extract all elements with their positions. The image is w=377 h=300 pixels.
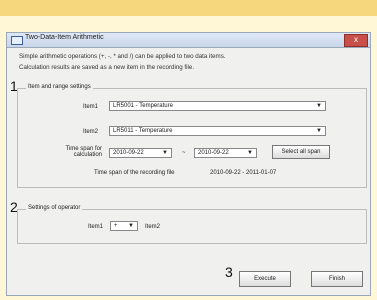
finish-button[interactable]: Finish [311, 271, 363, 287]
close-button[interactable]: x [344, 34, 368, 47]
start-date-value: 2010-09-22 [113, 150, 144, 156]
end-date-picker[interactable]: 2010-09-22 ▼ [194, 148, 257, 158]
chevron-down-icon[interactable]: ▼ [314, 102, 324, 110]
time-span-label-line2: calculation [73, 152, 102, 158]
operator-value: + [114, 223, 118, 229]
recording-span-value: 2010-09-22 - 2011-01-07 [210, 170, 277, 176]
operator-settings-title: Settings of operator [26, 205, 83, 211]
item2-label: Item2 [82, 129, 98, 135]
end-date-value: 2010-09-22 [198, 150, 229, 156]
item1-value: LR5001 - Temperature [113, 103, 173, 109]
chevron-down-icon[interactable]: ▼ [160, 149, 170, 157]
item-range-settings-group: Item and range settings Item1 LR5001 - T… [17, 84, 367, 188]
operator-item1-label: Item1 [87, 224, 103, 230]
chevron-down-icon[interactable]: ▼ [314, 127, 324, 135]
time-span-label: Time span for calculation [56, 146, 102, 158]
item2-select[interactable]: LR5011 - Temperature ▼ [109, 126, 326, 136]
title-bar: Two-Data-Item Arithmetic x [7, 33, 370, 48]
date-range-separator: ~ [182, 150, 186, 156]
window-title: Two-Data-Item Arithmetic [25, 34, 104, 41]
operator-item2-label: Item2 [145, 224, 161, 230]
marker-3: 3 [225, 264, 233, 280]
operator-settings-group: Settings of operator Item1 + ▼ Item2 [17, 205, 367, 244]
item2-value: LR5011 - Temperature [113, 128, 173, 134]
item1-select[interactable]: LR5001 - Temperature ▼ [109, 101, 326, 111]
execute-button[interactable]: Execute [239, 271, 291, 287]
operator-select[interactable]: + ▼ [110, 221, 138, 231]
item1-label: Item1 [82, 104, 98, 110]
two-data-item-arithmetic-dialog: Two-Data-Item Arithmetic x Simple arithm… [6, 32, 371, 296]
chevron-down-icon[interactable]: ▼ [245, 149, 255, 157]
item-range-settings-title: Item and range settings [26, 84, 93, 90]
description-line-2: Calculation results are saved as a new i… [19, 64, 195, 71]
window-icon [11, 36, 23, 45]
chevron-down-icon[interactable]: ▼ [126, 222, 136, 230]
top-highlight-band [0, 0, 377, 16]
recording-span-label: Time span of the recording file [94, 170, 175, 176]
start-date-picker[interactable]: 2010-09-22 ▼ [109, 148, 172, 158]
description-line-1: Simple arithmetic operations (+, -, * an… [19, 53, 226, 60]
select-all-span-button[interactable]: Select all span [272, 145, 330, 159]
